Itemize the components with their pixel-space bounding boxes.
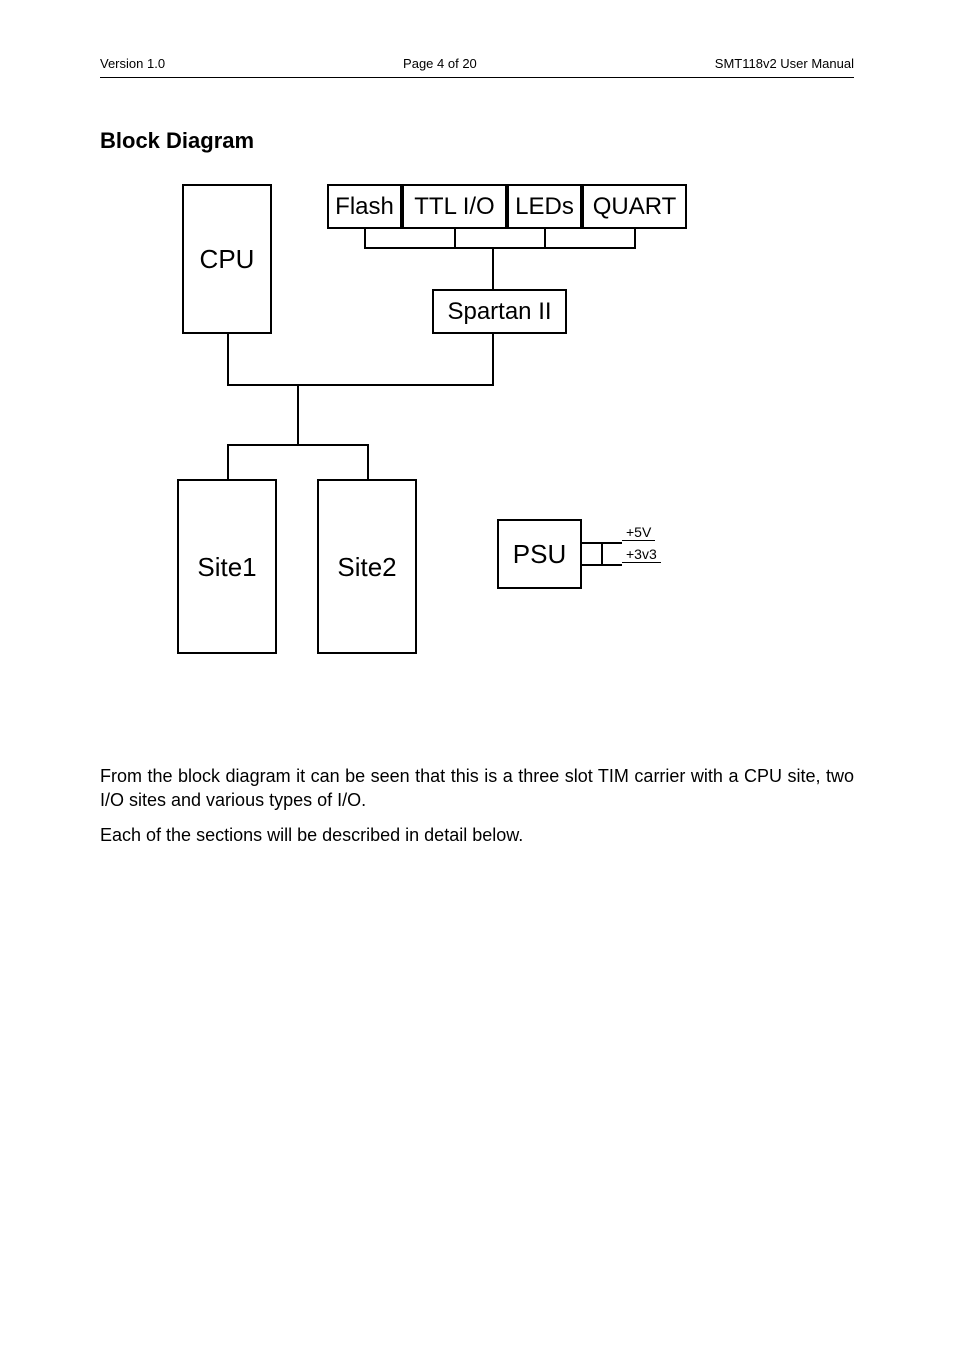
line-quart-drop [634,229,636,247]
block-site2: Site2 [317,479,417,654]
paragraph-2: Each of the sections will be described i… [100,823,854,847]
block-cpu: CPU [182,184,272,334]
block-ttl-io: TTL I/O [402,184,507,229]
header-manual-title: SMT118v2 User Manual [715,56,854,71]
page-header: Version 1.0 Page 4 of 20 SMT118v2 User M… [100,56,854,78]
line-top-bus [364,247,636,249]
block-diagram: CPU Flash TTL I/O LEDs QUART Spartan II … [100,184,854,724]
block-flash: Flash [327,184,402,229]
psu-output-3v3: +3v3 [622,546,661,563]
psu-output-5v: +5V [622,524,655,541]
block-psu: PSU [497,519,582,589]
line-to-site-bus-v [297,384,299,444]
header-page-number: Page 4 of 20 [403,56,477,71]
line-cpu-down [227,334,229,384]
line-to-site2 [367,444,369,479]
body-text: From the block diagram it can be seen th… [100,764,854,847]
page: Version 1.0 Page 4 of 20 SMT118v2 User M… [0,0,954,1351]
block-spartan: Spartan II [432,289,567,334]
line-bus-to-spartan [492,247,494,289]
line-ttl-drop [454,229,456,247]
block-site1: Site1 [177,479,277,654]
header-version: Version 1.0 [100,56,165,71]
paragraph-1: From the block diagram it can be seen th… [100,764,854,813]
line-site-bus [227,444,369,446]
line-leds-drop [544,229,546,247]
line-spartan-down [492,334,494,386]
block-leds: LEDs [507,184,582,229]
line-cpu-to-spartan-h [227,384,494,386]
line-flash-drop [364,229,366,247]
line-psu-out-join [601,542,603,566]
section-title: Block Diagram [100,128,854,154]
block-quart: QUART [582,184,687,229]
line-to-site1 [227,444,229,479]
diagram-canvas: CPU Flash TTL I/O LEDs QUART Spartan II … [172,184,782,724]
